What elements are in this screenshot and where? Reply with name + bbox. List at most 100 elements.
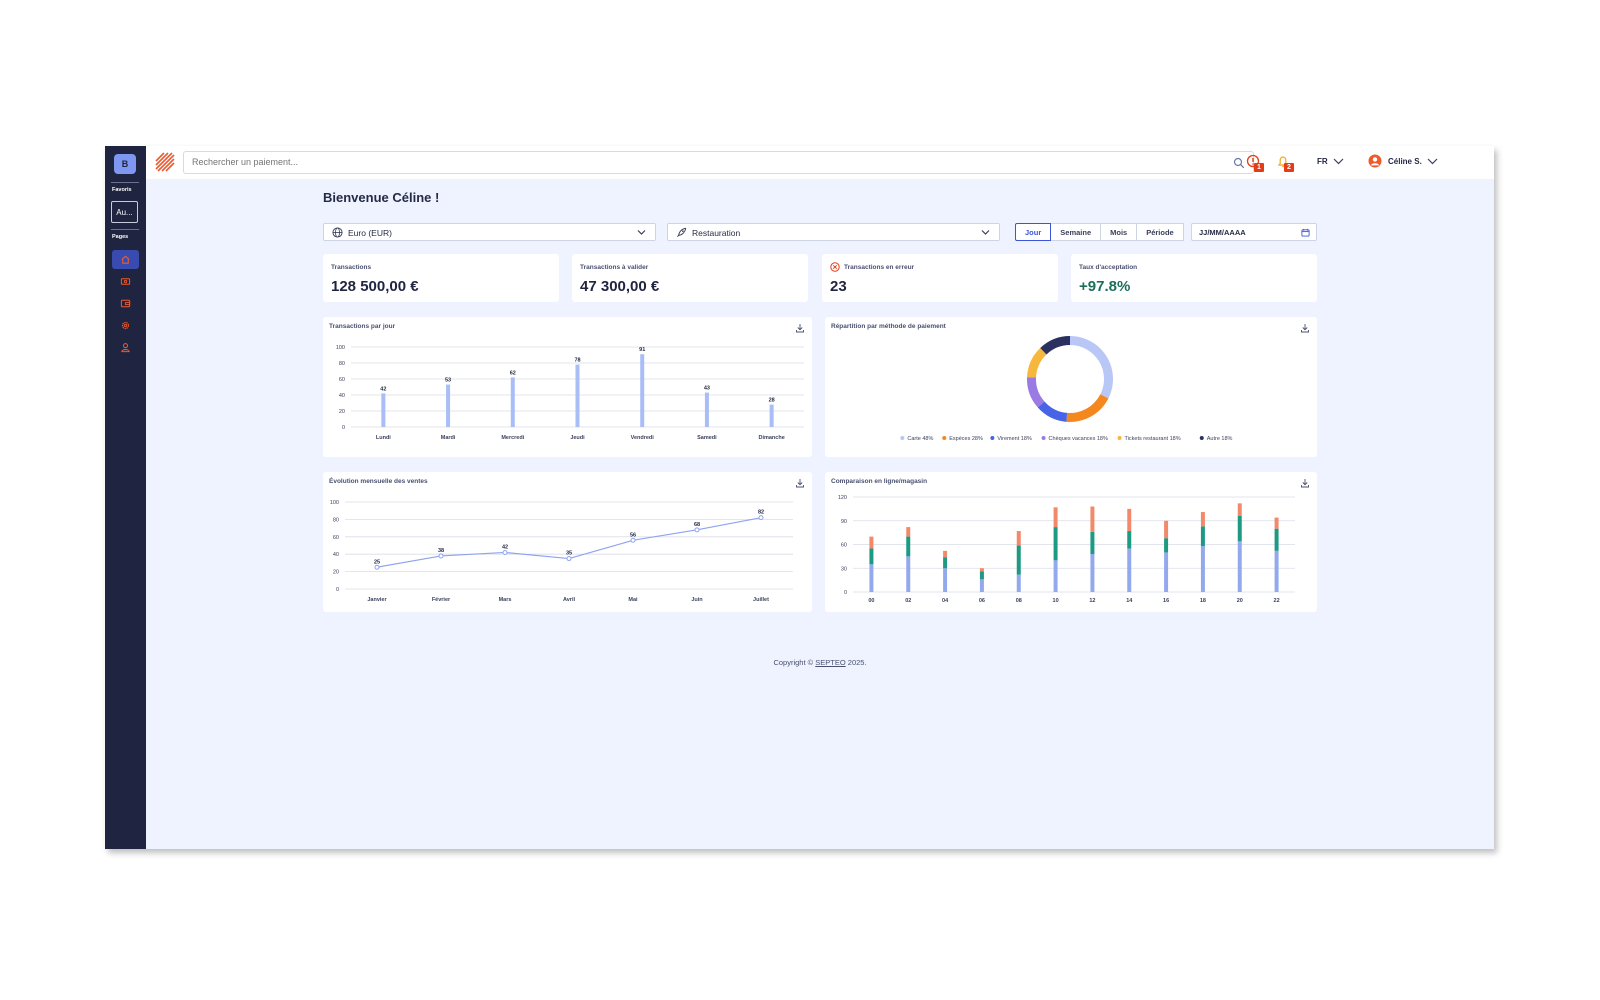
y-tick-label: 90: [841, 519, 847, 525]
stacked-bar-chart: 0 30 60 90 120 00 02 04 06 08 10 12 14 16 18 20 22: [838, 495, 1295, 604]
divider: [111, 229, 139, 230]
stacked-bar-segment: [1016, 574, 1021, 592]
bar: [381, 393, 386, 427]
x-tick-label: 12: [1089, 598, 1095, 604]
donut-slice: [1070, 336, 1113, 399]
daily-bar-chart: 0 20 40 60 80 100 42 Lundi 53 Mardi 62 Mercredi 78 Je…: [336, 345, 804, 441]
app-window: B Favoris Au... Pages Rechercher un paie…: [105, 146, 1494, 849]
kpi-label: Transactions en erreur: [844, 264, 915, 271]
nav-wallet[interactable]: [112, 294, 139, 313]
legend-marker: [1199, 436, 1204, 440]
search-input[interactable]: [192, 157, 1092, 167]
stacked-bar-segment: [1164, 538, 1169, 553]
stacked-bar-segment: [943, 557, 948, 569]
data-label: 82: [758, 510, 764, 516]
y-tick-label: 60: [841, 543, 847, 549]
stacked-bar-segment: [906, 556, 911, 592]
legend-marker: [1041, 436, 1046, 440]
bar: [446, 384, 451, 427]
workspace-avatar[interactable]: B: [114, 154, 136, 174]
footer-prefix: Copyright ©: [773, 658, 816, 667]
stacked-bar-segment: [1127, 508, 1132, 532]
period-day-button[interactable]: Jour: [1015, 223, 1052, 241]
footer-suffix: 2025.: [845, 658, 867, 667]
nav-settings[interactable]: [112, 316, 139, 335]
nav-profile[interactable]: [112, 338, 139, 357]
chevron-down-icon: [981, 230, 990, 235]
stacked-bar-segment: [1164, 552, 1169, 592]
stacked-bar-segment: [979, 579, 984, 592]
period-month-button[interactable]: Mois: [1101, 223, 1138, 241]
daily-transactions-card: Transactions par jour 0 20 40 60 80 100 42 Lund…: [323, 317, 812, 457]
x-tick-label: 16: [1163, 598, 1169, 604]
activity-select[interactable]: Restauration: [667, 223, 1000, 241]
notifications-count-badge: 2: [1284, 163, 1294, 172]
kpi-value: 47 300,00 €: [580, 278, 660, 295]
user-avatar-icon[interactable]: [1368, 154, 1382, 168]
x-tick-label: 04: [942, 598, 949, 604]
currency-select[interactable]: Euro (EUR): [323, 223, 656, 241]
legend-marker: [942, 436, 947, 440]
x-tick-label: 22: [1274, 598, 1280, 604]
favorite-item[interactable]: Au...: [111, 201, 138, 223]
nav-payments[interactable]: [112, 272, 139, 291]
data-point: [374, 564, 380, 570]
donut-slice: [1040, 336, 1070, 355]
data-label: 35: [566, 551, 572, 557]
chevron-down-icon[interactable]: [1333, 158, 1344, 165]
calendar-icon[interactable]: [1301, 228, 1310, 237]
divider: [111, 182, 139, 183]
page-title: Bienvenue Céline !: [323, 190, 440, 205]
kpi-card-errors: Transactions en erreur 23: [822, 254, 1058, 302]
brand-logo[interactable]: [155, 152, 175, 172]
stacked-bar-segment: [1237, 503, 1242, 516]
bar: [510, 377, 515, 427]
chevron-down-icon[interactable]: [1427, 158, 1438, 165]
stacked-bar-segment: [1200, 512, 1205, 527]
footer-brand-link[interactable]: SEPTEO: [815, 658, 845, 667]
stacked-bar-segment: [1200, 546, 1205, 592]
stacked-bar-segment: [1053, 527, 1058, 561]
payment-donut-chart: Carte 48% Espèces 28% Virement 18% Chèques …: [900, 336, 1233, 442]
period-range-button[interactable]: Période: [1137, 223, 1184, 241]
legend-label: Virement 18%: [997, 436, 1032, 442]
alerts-count-badge: 1: [1254, 163, 1264, 172]
x-tick-label: 18: [1200, 598, 1206, 604]
stacked-bar-segment: [1053, 507, 1058, 528]
stacked-bar-segment: [1127, 548, 1132, 592]
period-week-button[interactable]: Semaine: [1051, 223, 1102, 241]
stacked-bar-segment: [943, 550, 948, 558]
search-bar[interactable]: [183, 151, 1254, 174]
date-placeholder: JJ/MM/AAAA: [1199, 228, 1246, 237]
stacked-bar-segment: [1090, 506, 1095, 532]
data-label: 68: [694, 522, 700, 528]
legend-label: Espèces 28%: [949, 436, 983, 442]
wallet-icon: [120, 299, 131, 308]
x-tick-label: Samedi: [697, 435, 717, 441]
y-tick-label: 80: [333, 517, 339, 523]
bar: [704, 392, 709, 427]
data-point: [758, 515, 764, 521]
stacked-bar-segment: [1016, 531, 1021, 546]
settings-icon: [121, 321, 130, 330]
x-tick-label: Dimanche: [758, 435, 784, 441]
date-input[interactable]: JJ/MM/AAAA: [1191, 223, 1317, 241]
nav-home[interactable]: [112, 250, 139, 269]
donut-slice: [1066, 394, 1109, 422]
y-tick-label: 100: [336, 345, 345, 351]
data-point: [438, 553, 444, 559]
user-name[interactable]: Céline S.: [1388, 157, 1422, 166]
kpi-label: Taux d'acceptation: [1079, 264, 1138, 271]
data-label: 42: [502, 544, 508, 550]
legend-label: Autre 18%: [1207, 436, 1233, 442]
data-label: 53: [445, 378, 451, 384]
y-tick-label: 20: [333, 570, 339, 576]
x-tick-label: Avril: [563, 597, 575, 603]
data-point: [694, 527, 700, 533]
top-bar: 1 2 FR Céline S.: [146, 146, 1494, 179]
search-icon[interactable]: [1233, 157, 1245, 169]
data-label: 62: [510, 370, 516, 376]
stacked-bar-segment: [1237, 541, 1242, 592]
y-tick-label: 80: [339, 361, 345, 367]
language-selector[interactable]: FR: [1317, 157, 1328, 166]
